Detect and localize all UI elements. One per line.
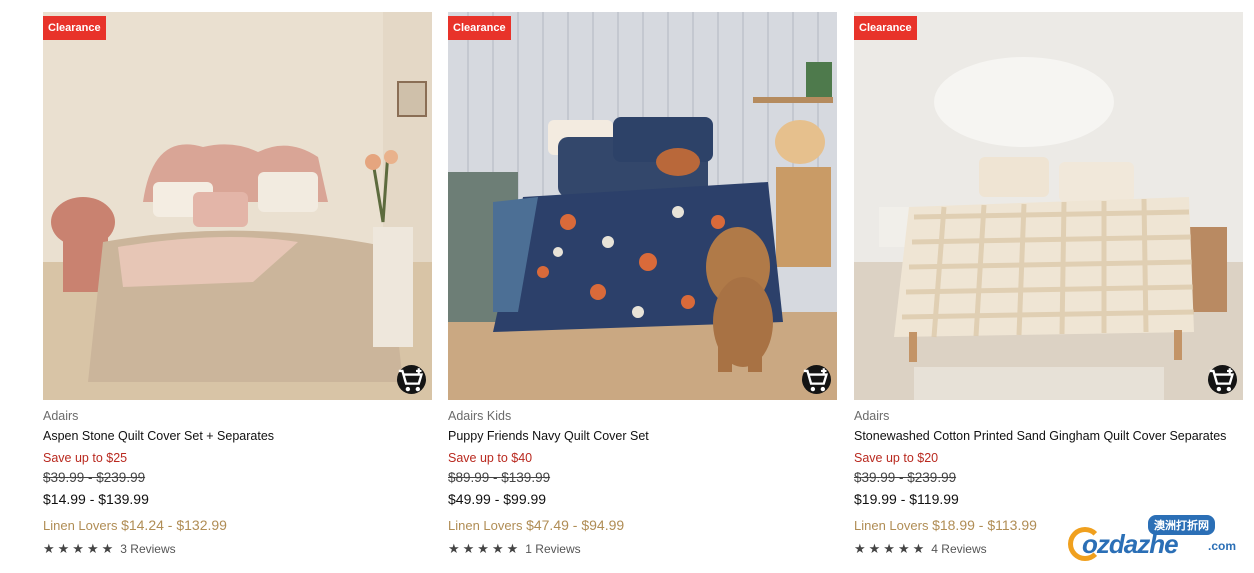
cart-plus-icon bbox=[803, 367, 829, 391]
linen-lovers-label: Linen Lovers bbox=[854, 518, 929, 533]
bedroom-photo-gingham-quilt bbox=[854, 12, 1243, 400]
star-rating-icon: ★★★★★ bbox=[43, 541, 117, 556]
star-rating-icon: ★★★★★ bbox=[448, 541, 522, 556]
reviews-link[interactable]: 1 Reviews bbox=[525, 542, 580, 556]
save-text: Save up to $25 bbox=[43, 451, 128, 465]
save-text: Save up to $40 bbox=[448, 451, 533, 465]
was-price: $39.99 - $239.99 bbox=[43, 470, 146, 485]
clearance-badge: Clearance bbox=[448, 16, 511, 40]
product-image[interactable]: Clearance bbox=[854, 12, 1243, 400]
star-rating-icon: ★★★★★ bbox=[854, 541, 928, 556]
add-to-cart-button[interactable] bbox=[397, 365, 426, 394]
linen-lovers-price: Linen Lovers $14.24 - $132.99 bbox=[43, 517, 432, 535]
product-name-link[interactable]: Puppy Friends Navy Quilt Cover Set bbox=[448, 429, 837, 445]
product-grid: Clearance Adairs Aspen Stone Quilt Cover… bbox=[0, 0, 1254, 573]
linen-lovers-price: Linen Lovers $47.49 - $94.99 bbox=[448, 517, 837, 535]
bedroom-photo-navy-puppy-quilt bbox=[448, 12, 837, 400]
product-name-link[interactable]: Stonewashed Cotton Printed Sand Gingham … bbox=[854, 429, 1243, 445]
product-card[interactable]: Clearance Adairs Aspen Stone Quilt Cover… bbox=[43, 12, 432, 557]
save-text: Save up to $20 bbox=[854, 451, 939, 465]
product-image[interactable]: Clearance bbox=[448, 12, 837, 400]
rating[interactable]: ★★★★★ 1 Reviews bbox=[448, 541, 837, 557]
watermark-logo: 澳洲打折网 ozdazhe .com bbox=[1068, 515, 1238, 565]
reviews-link[interactable]: 4 Reviews bbox=[931, 542, 986, 556]
clearance-badge: Clearance bbox=[43, 16, 106, 40]
cart-plus-icon bbox=[1209, 367, 1235, 391]
current-price: $14.99 - $139.99 bbox=[43, 491, 149, 507]
product-card[interactable]: Clearance Adairs Kids Puppy Friends Navy… bbox=[448, 12, 837, 557]
watermark-domain: .com bbox=[1208, 539, 1237, 553]
linen-lovers-value: $14.24 - $132.99 bbox=[121, 517, 227, 533]
product-name-link[interactable]: Aspen Stone Quilt Cover Set + Separates bbox=[43, 429, 432, 445]
cart-plus-icon bbox=[398, 367, 424, 391]
linen-lovers-label: Linen Lovers bbox=[43, 518, 118, 533]
was-price: $39.99 - $239.99 bbox=[854, 470, 957, 485]
current-price: $49.99 - $99.99 bbox=[448, 491, 547, 507]
reviews-link[interactable]: 3 Reviews bbox=[120, 542, 175, 556]
linen-lovers-value: $18.99 - $113.99 bbox=[932, 517, 1037, 533]
clearance-badge: Clearance bbox=[854, 16, 917, 40]
linen-lovers-value: $47.49 - $94.99 bbox=[526, 517, 625, 533]
product-brand: Adairs Kids bbox=[448, 409, 512, 423]
add-to-cart-button[interactable] bbox=[802, 365, 831, 394]
product-brand: Adairs bbox=[854, 409, 890, 423]
product-image[interactable]: Clearance bbox=[43, 12, 432, 400]
linen-lovers-label: Linen Lovers bbox=[448, 518, 523, 533]
rating[interactable]: ★★★★★ 3 Reviews bbox=[43, 541, 432, 557]
product-card[interactable]: Clearance Adairs Stonewashed Cotton Prin… bbox=[854, 12, 1243, 557]
watermark-text: ozdazhe bbox=[1082, 529, 1179, 559]
add-to-cart-button[interactable] bbox=[1208, 365, 1237, 394]
product-brand: Adairs bbox=[43, 409, 79, 423]
current-price: $19.99 - $119.99 bbox=[854, 491, 959, 507]
was-price: $89.99 - $139.99 bbox=[448, 470, 551, 485]
bedroom-photo-beige-quilt bbox=[43, 12, 432, 400]
